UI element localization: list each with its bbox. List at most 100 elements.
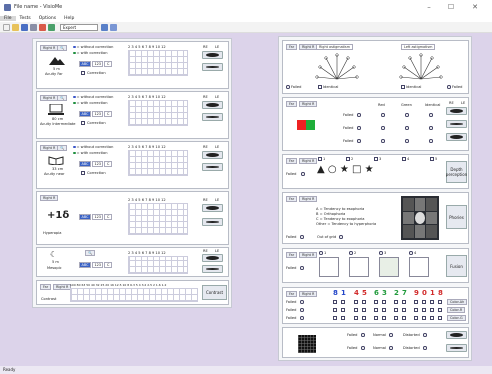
failed-radio[interactable] [300, 300, 304, 304]
distance-tab[interactable]: Far [286, 252, 298, 258]
red-radio[interactable] [381, 126, 385, 130]
plate-answer-checkbox[interactable] [402, 308, 406, 312]
plate-answer-checkbox[interactable] [362, 300, 366, 304]
distance-tab[interactable]: Far [286, 101, 298, 107]
mode-select[interactable]: Expert [60, 23, 98, 31]
distance-tab[interactable]: Far [286, 291, 298, 297]
eye-tab[interactable]: Right R [299, 44, 318, 50]
plate-answer-checkbox[interactable] [414, 316, 418, 320]
eye-tab[interactable]: Right R [299, 101, 318, 107]
failed-radio[interactable] [301, 172, 305, 176]
search-icon[interactable]: 🔍 [57, 145, 68, 151]
chart-type-selector[interactable]: ABC 123 C [79, 161, 113, 167]
eye-open-button[interactable] [202, 51, 223, 59]
eye-open-button[interactable] [202, 101, 223, 109]
failed-radio[interactable] [286, 85, 290, 89]
eye-tab[interactable]: Right R [299, 291, 318, 297]
eye-closed-button[interactable] [202, 113, 223, 121]
acuity-grid[interactable] [128, 203, 188, 235]
correction-checkbox[interactable] [81, 171, 85, 175]
plate-answer-checkbox[interactable] [402, 300, 406, 304]
distorted-radio[interactable] [423, 333, 427, 337]
eye-tab[interactable]: Right R [299, 196, 318, 202]
eye-closed-button[interactable] [202, 265, 223, 273]
fusion-radio-4[interactable] [409, 251, 413, 255]
eye-closed-button[interactable] [202, 63, 223, 71]
plate-answer-checkbox[interactable] [382, 300, 386, 304]
distance-tab[interactable]: Far [286, 44, 298, 50]
save-icon[interactable] [21, 23, 28, 31]
failed-radio[interactable] [357, 126, 361, 130]
failed-radio[interactable] [300, 316, 304, 320]
plate-answer-checkbox[interactable] [341, 308, 345, 312]
plate-answer-checkbox[interactable] [394, 316, 398, 320]
failed-radio[interactable] [357, 113, 361, 117]
fusion-button[interactable]: Fusion [446, 255, 467, 277]
plate-answer-checkbox[interactable] [414, 308, 418, 312]
plate-answer-checkbox[interactable] [402, 316, 406, 320]
settings-icon[interactable] [48, 23, 55, 31]
acuity-grid[interactable] [128, 256, 188, 274]
red-radio[interactable] [381, 139, 385, 143]
identical-radio[interactable] [429, 113, 433, 117]
eye-open-button[interactable] [446, 107, 467, 115]
acuity-grid[interactable] [128, 100, 188, 126]
distance-tab[interactable]: Far [286, 196, 298, 202]
failed-radio[interactable] [357, 139, 361, 143]
correction-checkbox[interactable] [81, 71, 85, 75]
normal-radio[interactable] [389, 333, 393, 337]
failed-radio[interactable] [361, 333, 365, 337]
failed-radio[interactable] [300, 235, 304, 239]
color-ah-button[interactable]: Color-Ah [447, 299, 468, 305]
plate-answer-checkbox[interactable] [374, 308, 378, 312]
eye-open-button[interactable] [202, 151, 223, 159]
contrast-button[interactable]: Contrast [202, 285, 227, 300]
eye-tab[interactable]: Right R [40, 195, 59, 201]
eye-tab[interactable]: Right R [299, 252, 318, 258]
tab-right-astigmatism[interactable]: Right astigmatism [316, 44, 353, 50]
option-checkbox-2[interactable] [346, 157, 350, 161]
plate-answer-checkbox[interactable] [341, 300, 345, 304]
chart-type-selector[interactable]: ABC 123 C [79, 61, 113, 67]
option-checkbox-3[interactable] [374, 157, 378, 161]
plate-answer-checkbox[interactable] [374, 316, 378, 320]
fusion-radio-1[interactable] [319, 251, 323, 255]
eye-tab[interactable]: Right R [40, 45, 59, 51]
phories-button[interactable]: Phories [446, 205, 467, 229]
plate-answer-checkbox[interactable] [374, 300, 378, 304]
green-radio[interactable] [405, 139, 409, 143]
plate-answer-checkbox[interactable] [341, 316, 345, 320]
normal-radio[interactable] [389, 346, 393, 350]
plate-answer-checkbox[interactable] [438, 308, 442, 312]
plate-answer-checkbox[interactable] [333, 308, 337, 312]
failed-radio-left[interactable] [447, 85, 451, 89]
distance-tab[interactable]: Far [286, 158, 298, 164]
search-icon[interactable]: 🔍 [85, 250, 96, 256]
minimize-button[interactable]: – [420, 1, 438, 13]
tab-left-astigmatism[interactable]: Left astigmatism [401, 44, 436, 50]
failed-radio[interactable] [361, 346, 365, 350]
plate-answer-checkbox[interactable] [422, 316, 426, 320]
fusion-radio-3[interactable] [379, 251, 383, 255]
eye-open-button[interactable] [202, 254, 223, 262]
maximize-button[interactable]: ☐ [442, 1, 460, 13]
identical-radio[interactable] [429, 126, 433, 130]
phoria-grid[interactable] [401, 196, 439, 240]
menu-tests[interactable]: Tests [16, 16, 35, 21]
eye-closed-button[interactable] [446, 120, 467, 128]
plate-answer-checkbox[interactable] [430, 300, 434, 304]
red-radio[interactable] [381, 113, 385, 117]
distance-tab[interactable]: Far [40, 284, 52, 290]
option-checkbox-1[interactable] [318, 157, 322, 161]
eye-tab[interactable]: Right R [299, 158, 318, 164]
zoom-icon[interactable] [101, 23, 108, 31]
eye-closed-button[interactable] [202, 163, 223, 171]
menu-file[interactable]: File [0, 15, 16, 21]
identical-checkbox-left[interactable] [401, 85, 405, 89]
option-checkbox-5[interactable] [430, 157, 434, 161]
distorted-radio[interactable] [423, 346, 427, 350]
plate-answer-checkbox[interactable] [430, 316, 434, 320]
eye-tab[interactable]: Right R [40, 95, 59, 101]
eye-tab[interactable]: Right R [40, 145, 59, 151]
eye-open-button[interactable] [202, 204, 223, 212]
